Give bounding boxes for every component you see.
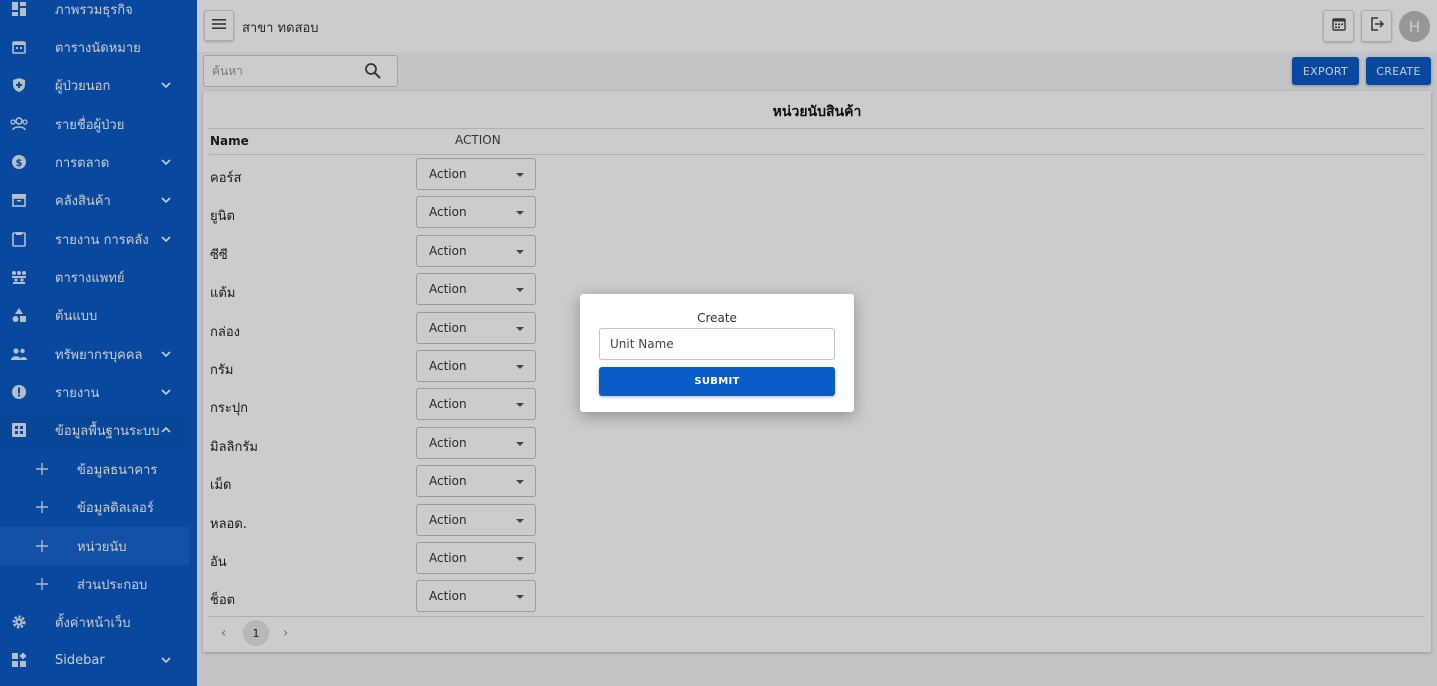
create-unit-modal: Create SUBMIT: [580, 294, 854, 412]
submit-button[interactable]: SUBMIT: [599, 367, 835, 396]
modal-title: Create: [697, 311, 737, 325]
unit-name-input[interactable]: [599, 328, 835, 360]
